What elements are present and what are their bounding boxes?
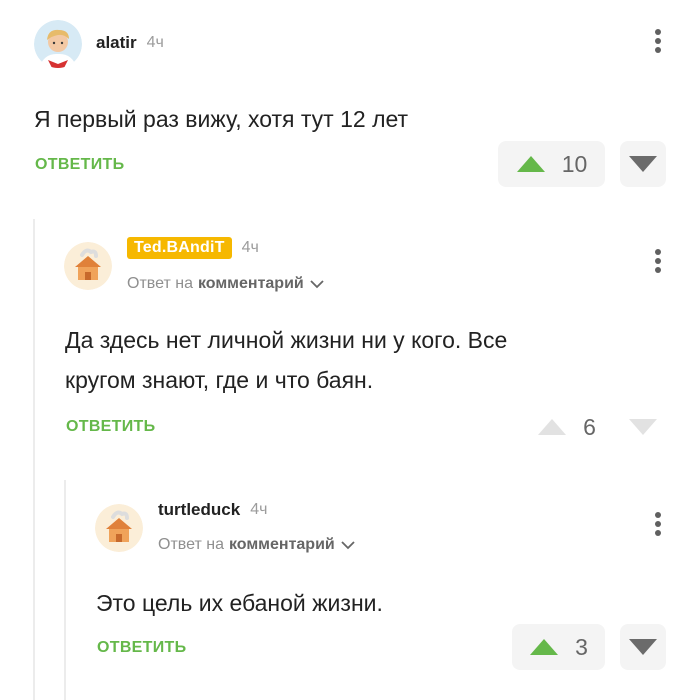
more-options-icon[interactable] [655, 249, 661, 276]
downvote-button[interactable] [620, 404, 666, 450]
downvote-button[interactable] [620, 624, 666, 670]
reply-button[interactable]: ОТВЕТИТЬ [35, 156, 124, 174]
upvote-button[interactable]: 10 [498, 141, 605, 187]
reply-to-prefix: Ответ на [158, 536, 224, 553]
downvote-button[interactable] [620, 141, 666, 187]
boy-avatar-icon [34, 20, 82, 68]
more-options-icon[interactable] [655, 512, 661, 539]
triangle-up-icon [538, 419, 567, 435]
comment-text: Я первый раз вижу, хотя тут 12 лет [34, 106, 409, 132]
reply-button[interactable]: ОТВЕТИТЬ [66, 418, 155, 436]
upvote-button[interactable]: 3 [512, 624, 605, 670]
author-name[interactable]: turtleduck [158, 500, 240, 520]
reply-to-prefix: Ответ на [127, 275, 193, 292]
comment-time: 4ч [146, 34, 164, 51]
comment-text-line: Да здесь нет личной жизни ни у кого. Все [65, 327, 508, 353]
avatar-ted-bandit[interactable] [64, 242, 112, 290]
rating-count: 6 [583, 413, 596, 440]
triangle-down-icon [629, 639, 657, 655]
house-avatar-icon [95, 504, 143, 552]
triangle-down-icon [629, 156, 657, 172]
more-options-icon[interactable] [655, 29, 661, 56]
triangle-down-icon [629, 419, 657, 435]
chevron-down-icon [341, 540, 355, 549]
rating-count: 3 [575, 633, 588, 660]
reply-to-link[interactable]: Ответ на комментарий [127, 275, 324, 293]
upvote-button[interactable]: 6 [528, 404, 605, 450]
comment-text: Да здесь нет личной жизни ни у кого. Все… [65, 320, 507, 400]
comment-time: 4ч [250, 501, 268, 518]
reply-button[interactable]: ОТВЕТИТЬ [97, 639, 186, 657]
chevron-down-icon [310, 279, 324, 288]
comment-time: 4ч [241, 239, 259, 256]
reply-to-target: комментарий [197, 275, 304, 292]
rating-count: 10 [561, 150, 588, 177]
thread-line[interactable] [33, 219, 35, 700]
triangle-up-icon [516, 156, 545, 172]
comment-text-line: кругом знают, где и что баян. [65, 367, 374, 393]
author-name[interactable]: alatir [96, 33, 137, 53]
thread-line-nested[interactable] [64, 480, 66, 700]
avatar-alatir[interactable] [34, 20, 82, 68]
triangle-up-icon [530, 639, 559, 655]
house-avatar-icon [64, 242, 112, 290]
avatar-turtleduck[interactable] [95, 504, 143, 552]
author-name[interactable]: Ted.BAndiT [127, 237, 232, 259]
reply-to-link[interactable]: Ответ на комментарий [158, 536, 355, 554]
comment-text: Это цель их ебаной жизни. [96, 590, 383, 616]
reply-to-target: комментарий [228, 536, 335, 553]
